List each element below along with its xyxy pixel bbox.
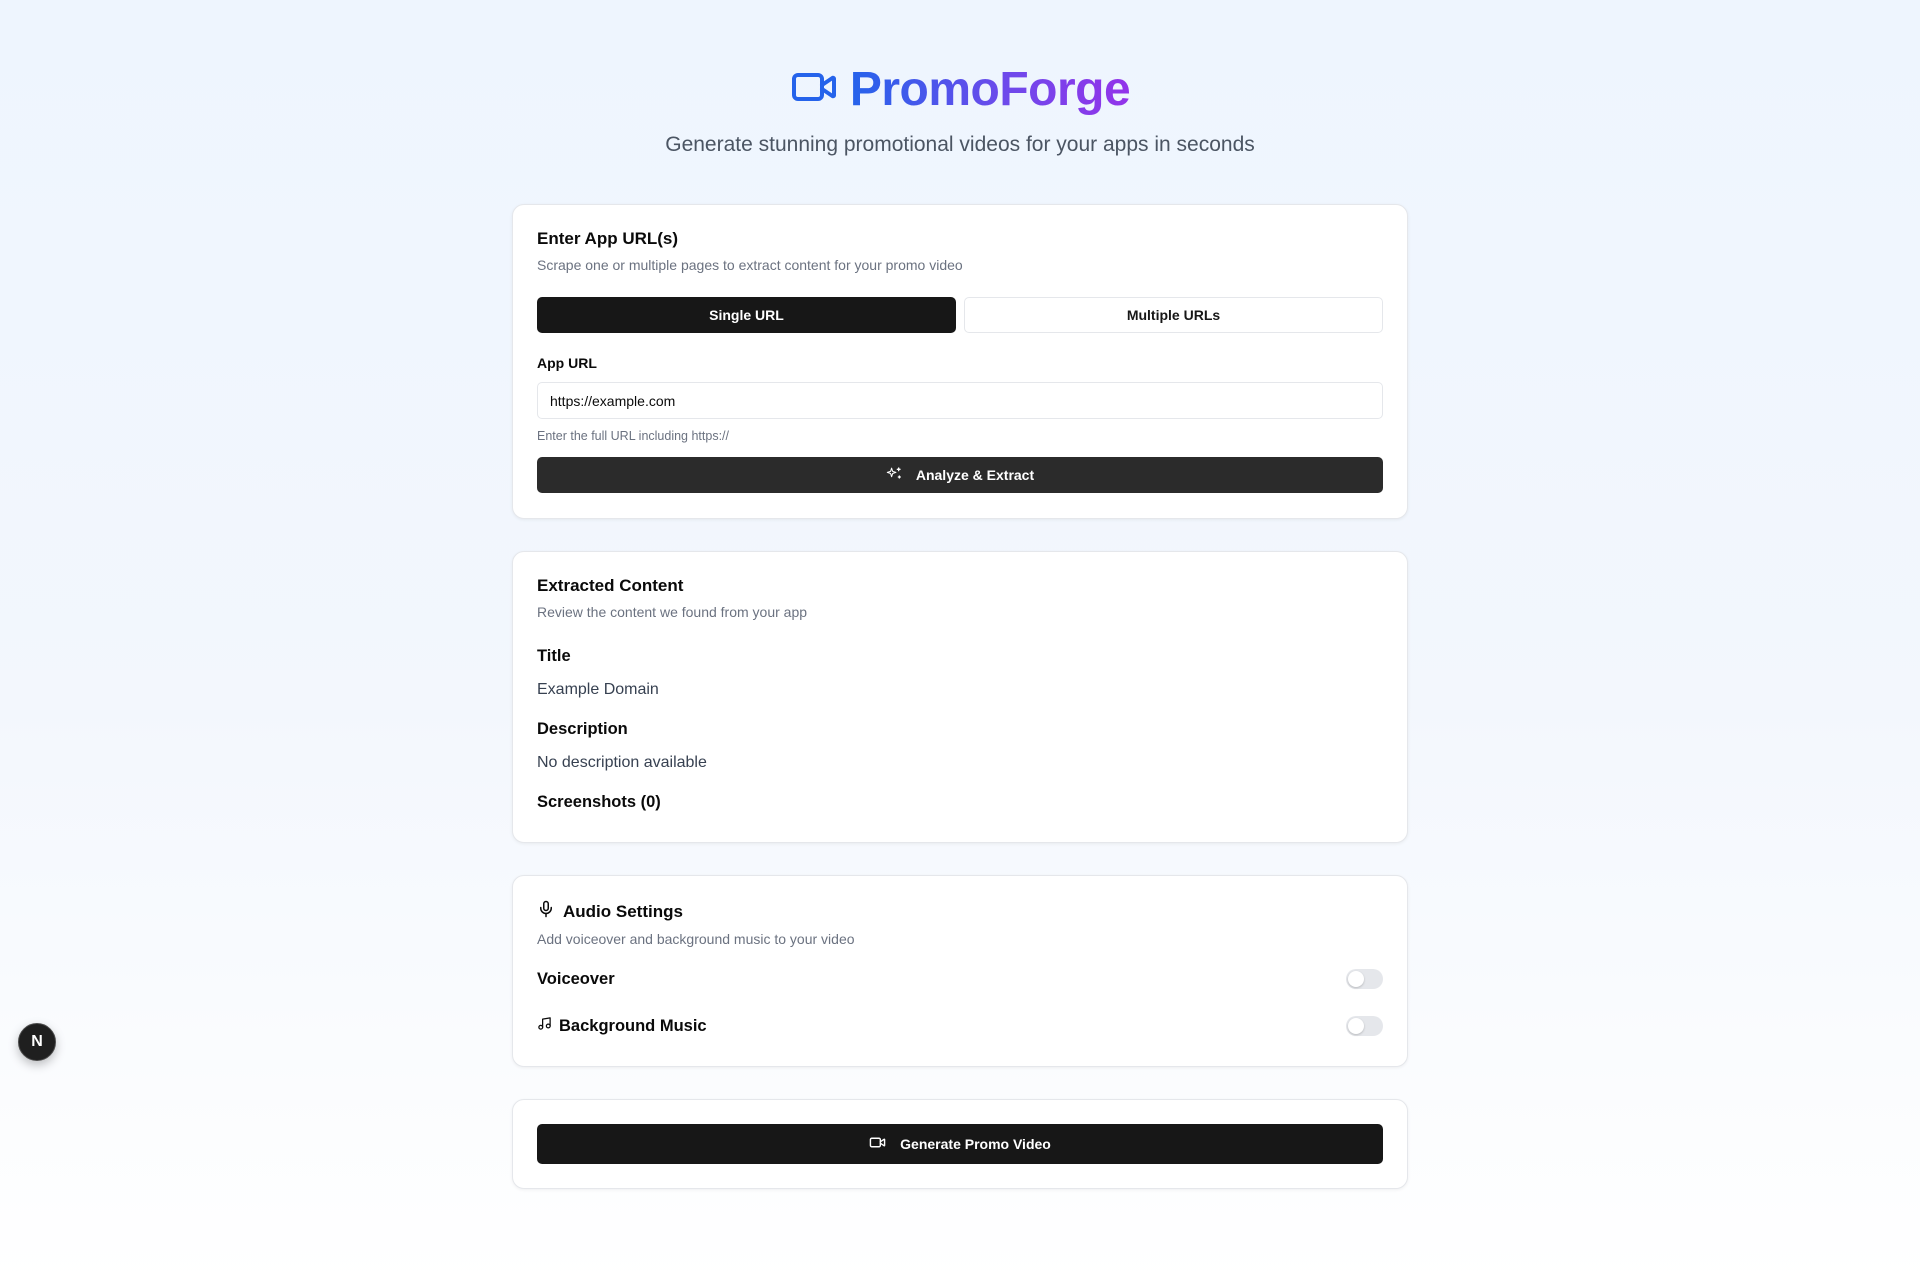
extracted-title-label: Title — [537, 647, 571, 665]
voiceover-toggle-knob — [1348, 971, 1364, 987]
page-header: PromoForge Generate stunning promotional… — [0, 62, 1920, 157]
microphone-icon — [537, 900, 555, 923]
extracted-card-subtitle: Review the content we found from your ap… — [537, 604, 808, 620]
audio-title-row: Audio Settings — [537, 900, 1383, 923]
brand: PromoForge — [790, 62, 1131, 117]
extracted-card-title: Extracted Content — [537, 576, 684, 595]
url-input-card: Enter App URL(s) Scrape one or multiple … — [512, 204, 1408, 519]
video-camera-icon — [790, 63, 838, 116]
app-url-hint: Enter the full URL including https:// — [537, 429, 729, 443]
audio-card-subtitle: Add voiceover and background music to yo… — [537, 931, 855, 947]
screenshots-label: Screenshots (0) — [537, 793, 661, 811]
analyze-extract-button[interactable]: Analyze & Extract — [537, 457, 1383, 493]
next-logo-letter: N — [31, 1033, 43, 1050]
brand-name: PromoForge — [849, 63, 1131, 116]
voiceover-toggle[interactable] — [1346, 969, 1383, 989]
background-music-toggle-knob — [1348, 1018, 1364, 1034]
generate-card: Generate Promo Video — [512, 1099, 1408, 1189]
audio-card-title: Audio Settings — [563, 901, 683, 921]
app-url-input[interactable] — [537, 382, 1383, 419]
extracted-description-label: Description — [537, 720, 628, 738]
tab-multiple-urls[interactable]: Multiple URLs — [964, 297, 1383, 333]
next-dev-indicator[interactable]: N — [18, 1023, 56, 1061]
analyze-extract-label: Analyze & Extract — [915, 467, 1035, 483]
app-url-label: App URL — [537, 355, 597, 371]
background-music-toggle[interactable] — [1346, 1016, 1383, 1036]
extracted-content-card: Extracted Content Review the content we … — [512, 551, 1408, 843]
generate-promo-video-label: Generate Promo Video — [900, 1136, 1051, 1152]
url-card-subtitle: Scrape one or multiple pages to extract … — [537, 257, 963, 273]
url-card-title: Enter App URL(s) — [537, 229, 679, 248]
music-note-icon — [537, 1016, 552, 1036]
sparkles-icon — [886, 466, 902, 485]
background-music-label: Background Music — [559, 1016, 707, 1035]
voiceover-label: Voiceover — [537, 969, 615, 988]
voiceover-row: Voiceover — [537, 969, 1383, 989]
video-camera-icon — [869, 1134, 886, 1154]
tagline: Generate stunning promotional videos for… — [665, 133, 1255, 156]
extracted-title-value: Example Domain — [537, 681, 659, 698]
url-mode-tabs: Single URL Multiple URLs — [537, 297, 1383, 333]
background-music-label-group: Background Music — [537, 1016, 707, 1036]
background-music-row: Background Music — [537, 1016, 1383, 1036]
tab-single-url[interactable]: Single URL — [537, 297, 956, 333]
audio-settings-card: Audio Settings Add voiceover and backgro… — [512, 875, 1408, 1067]
generate-promo-video-button[interactable]: Generate Promo Video — [537, 1124, 1383, 1164]
extracted-description-value: No description available — [537, 754, 707, 771]
